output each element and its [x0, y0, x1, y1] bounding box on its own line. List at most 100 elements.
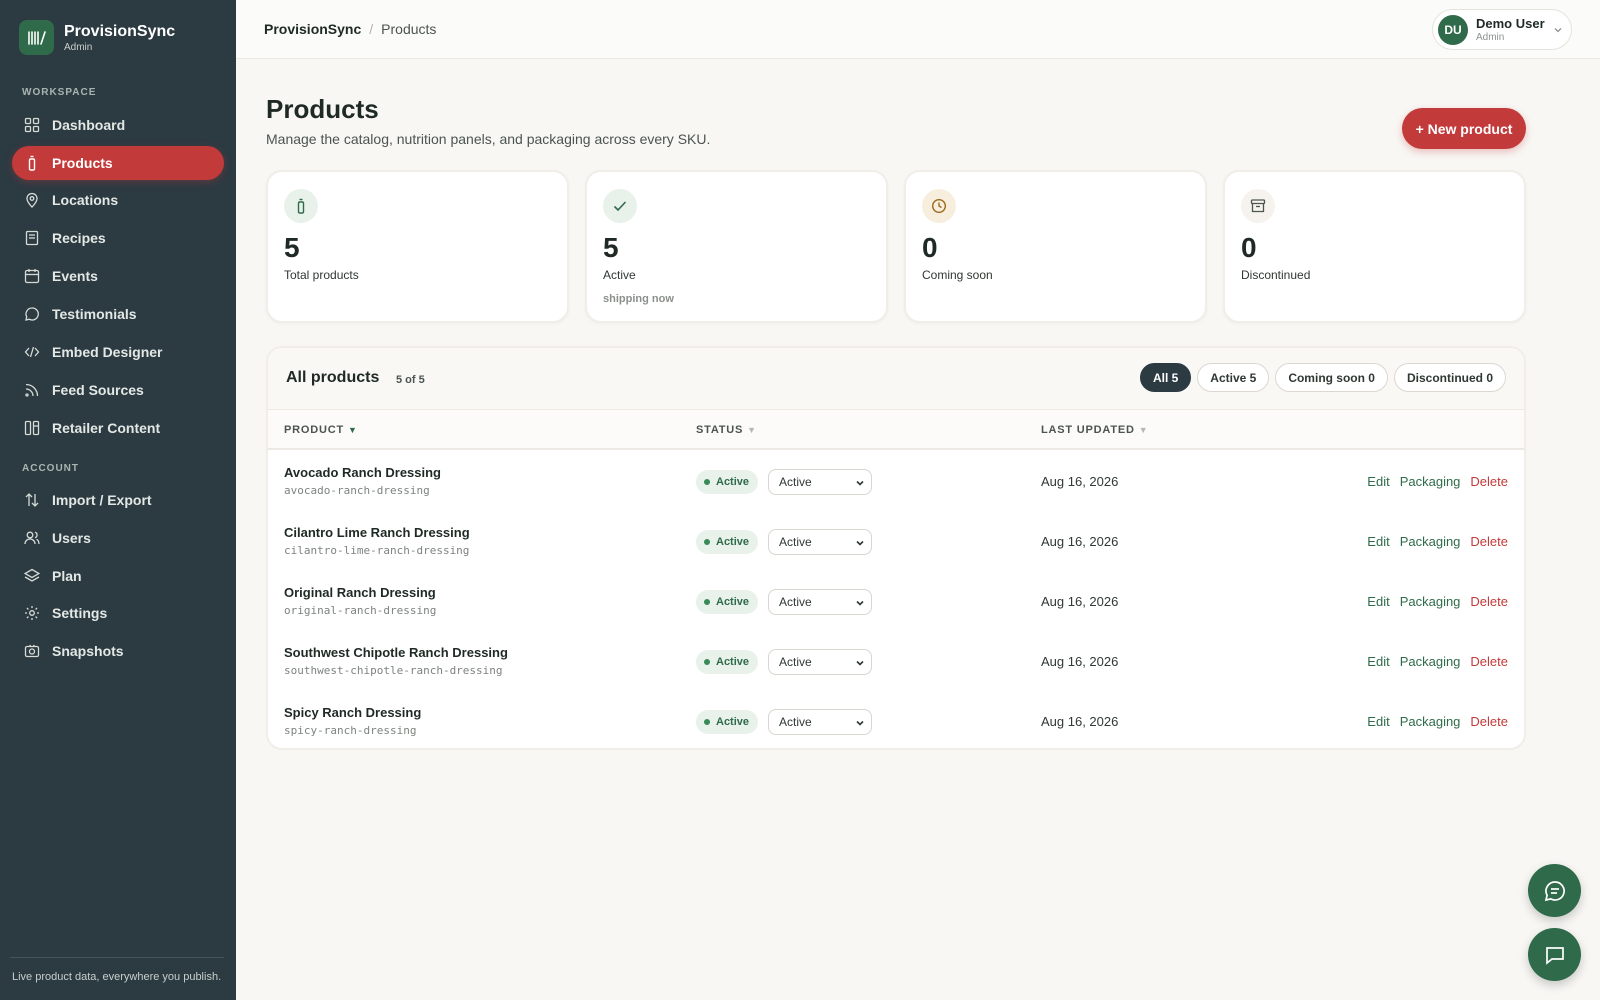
- sidebar-item-recipes[interactable]: Recipes: [12, 221, 224, 255]
- status-dot-icon: [704, 479, 710, 485]
- camera-icon: [24, 644, 40, 658]
- support-chat-button[interactable]: [1528, 928, 1581, 981]
- product-name[interactable]: Avocado Ranch Dressing: [284, 465, 441, 480]
- filter-coming-soon[interactable]: Coming soon 0: [1275, 363, 1388, 392]
- calendar-icon: [24, 269, 40, 284]
- status-select[interactable]: Active: [768, 529, 872, 555]
- delete-link[interactable]: Delete: [1470, 594, 1508, 609]
- delete-link[interactable]: Delete: [1470, 654, 1508, 669]
- sidebar-item-snapshots[interactable]: Snapshots: [12, 634, 224, 668]
- sidebar-item-import-export[interactable]: Import / Export: [12, 483, 224, 517]
- sidebar-tagline: Live product data, everywhere you publis…: [12, 971, 222, 983]
- sidebar-item-embed-designer[interactable]: Embed Designer: [12, 335, 224, 369]
- breadcrumb-root[interactable]: ProvisionSync: [264, 21, 361, 37]
- status-select[interactable]: Active: [768, 649, 872, 675]
- packaging-link[interactable]: Packaging: [1400, 654, 1461, 669]
- table-toolbar: All products 5 of 5 All 5 Active 5 Comin…: [268, 348, 1524, 410]
- bottle-icon: [28, 155, 36, 171]
- column-header-product[interactable]: PRODUCT ▼: [284, 424, 358, 436]
- rss-icon: [25, 383, 39, 397]
- product-slug: spicy-ranch-dressing: [284, 724, 417, 737]
- sidebar-item-label: Plan: [52, 568, 82, 584]
- status-badge: Active: [696, 710, 759, 734]
- filter-active[interactable]: Active 5: [1197, 363, 1270, 392]
- column-header-last-updated[interactable]: LAST UPDATED ▼: [1041, 424, 1148, 436]
- sidebar-item-dashboard[interactable]: Dashboard: [12, 108, 224, 142]
- barcode-logo-icon: [19, 20, 54, 55]
- status-dot-icon: [704, 659, 710, 665]
- avatar: DU: [1438, 14, 1468, 45]
- user-role: Admin: [1476, 31, 1505, 43]
- feedback-chat-button[interactable]: [1528, 864, 1581, 917]
- map-pin-icon: [26, 192, 38, 208]
- stat-label: Active: [603, 268, 636, 282]
- sidebar-item-settings[interactable]: Settings: [12, 596, 224, 630]
- filter-all[interactable]: All 5: [1139, 363, 1192, 392]
- sidebar-item-retailer-content[interactable]: Retailer Content: [12, 411, 224, 445]
- user-menu[interactable]: DU Demo User Admin: [1432, 9, 1572, 50]
- column-header-status[interactable]: STATUS ▼: [696, 424, 757, 436]
- chevron-down-icon: [856, 660, 864, 666]
- edit-link[interactable]: Edit: [1367, 474, 1389, 489]
- workspace-section-label: WORKSPACE: [22, 87, 97, 98]
- chevron-down-icon: [856, 480, 864, 486]
- stat-card-total: 5 Total products: [266, 170, 569, 323]
- chevron-down-icon: [856, 600, 864, 606]
- packaging-link[interactable]: Packaging: [1400, 594, 1461, 609]
- sidebar-item-label: Import / Export: [52, 492, 152, 508]
- packaging-link[interactable]: Packaging: [1400, 534, 1461, 549]
- delete-link[interactable]: Delete: [1470, 534, 1508, 549]
- product-slug: cilantro-lime-ranch-dressing: [284, 544, 470, 557]
- stat-card-discontinued: 0 Discontinued: [1223, 170, 1526, 323]
- packaging-link[interactable]: Packaging: [1400, 714, 1461, 729]
- row-actions: Edit Packaging Delete: [1367, 654, 1508, 669]
- product-slug: avocado-ranch-dressing: [284, 484, 430, 497]
- stat-card-coming-soon: 0 Coming soon: [904, 170, 1207, 323]
- sidebar-item-label: Products: [52, 155, 113, 171]
- code-icon: [24, 346, 40, 358]
- sidebar-item-label: Recipes: [52, 230, 106, 246]
- status-badge: Active: [696, 590, 759, 614]
- delete-link[interactable]: Delete: [1470, 714, 1508, 729]
- product-name[interactable]: Original Ranch Dressing: [284, 585, 436, 600]
- check-icon: [603, 189, 637, 223]
- layers-icon: [24, 568, 40, 582]
- page-title: Products: [266, 94, 379, 124]
- sort-icon: ▼: [747, 425, 757, 435]
- table-row: Cilantro Lime Ranch Dressing cilantro-li…: [268, 512, 1524, 572]
- status-dot-icon: [704, 599, 710, 605]
- status-filters: All 5 Active 5 Coming soon 0 Discontinue…: [1139, 363, 1506, 392]
- status-select[interactable]: Active: [768, 589, 872, 615]
- table-row: Original Ranch Dressing original-ranch-d…: [268, 572, 1524, 632]
- sidebar-item-users[interactable]: Users: [12, 521, 224, 555]
- sidebar-item-products[interactable]: Products: [12, 146, 224, 180]
- brand[interactable]: ProvisionSync Admin: [19, 20, 175, 55]
- status-badge: Active: [696, 470, 759, 494]
- packaging-link[interactable]: Packaging: [1400, 474, 1461, 489]
- delete-link[interactable]: Delete: [1470, 474, 1508, 489]
- table-header: PRODUCT ▼ STATUS ▼ LAST UPDATED ▼: [268, 410, 1524, 450]
- edit-link[interactable]: Edit: [1367, 714, 1389, 729]
- sidebar-divider: [10, 957, 224, 958]
- edit-link[interactable]: Edit: [1367, 594, 1389, 609]
- filter-discontinued[interactable]: Discontinued 0: [1393, 363, 1506, 392]
- product-name[interactable]: Spicy Ranch Dressing: [284, 705, 421, 720]
- status-select[interactable]: Active: [768, 709, 872, 735]
- status-select[interactable]: Active: [768, 469, 872, 495]
- sidebar-item-locations[interactable]: Locations: [12, 183, 224, 217]
- sidebar-item-feed-sources[interactable]: Feed Sources: [12, 373, 224, 407]
- edit-link[interactable]: Edit: [1367, 654, 1389, 669]
- sidebar-item-label: Testimonials: [52, 306, 137, 322]
- new-product-button[interactable]: + New product: [1402, 108, 1526, 149]
- edit-link[interactable]: Edit: [1367, 534, 1389, 549]
- app-name: ProvisionSync: [64, 22, 176, 40]
- sidebar-item-plan[interactable]: Plan: [12, 559, 224, 593]
- breadcrumb-current: Products: [381, 21, 437, 37]
- product-name[interactable]: Cilantro Lime Ranch Dressing: [284, 525, 470, 540]
- sidebar-item-events[interactable]: Events: [12, 259, 224, 293]
- sidebar-item-testimonials[interactable]: Testimonials: [12, 297, 224, 331]
- page-subtitle: Manage the catalog, nutrition panels, an…: [266, 131, 711, 147]
- chevron-down-icon: [856, 540, 864, 546]
- product-name[interactable]: Southwest Chipotle Ranch Dressing: [284, 645, 508, 660]
- product-slug: southwest-chipotle-ranch-dressing: [284, 664, 503, 677]
